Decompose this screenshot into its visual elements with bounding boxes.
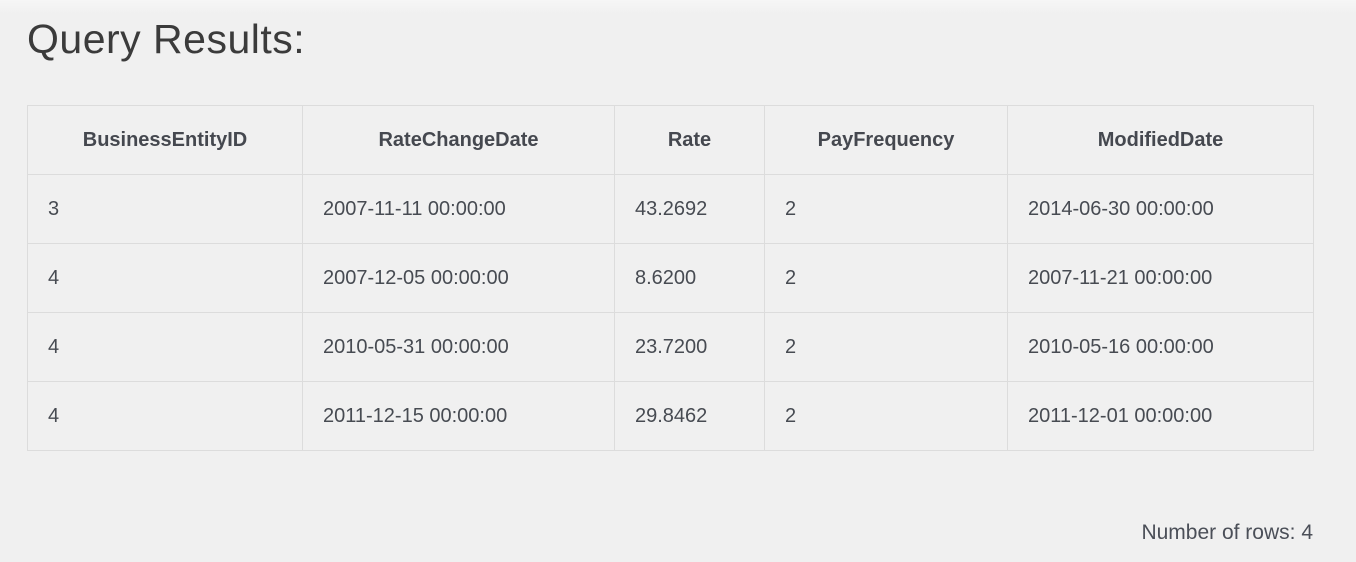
cell-modifieddate: 2007-11-21 00:00:00 (1007, 243, 1314, 313)
cell-rate: 43.2692 (614, 174, 765, 244)
cell-modifieddate: 2011-12-01 00:00:00 (1007, 381, 1314, 451)
cell-ratechangedate: 2011-12-15 00:00:00 (302, 381, 615, 451)
column-header-rate: Rate (614, 105, 765, 175)
cell-payfrequency: 2 (764, 174, 1008, 244)
column-header-payfrequency: PayFrequency (764, 105, 1008, 175)
results-table-header: BusinessEntityID RateChangeDate Rate PayFre… (27, 105, 1314, 175)
column-header-ratechangedate: RateChangeDate (302, 105, 615, 175)
cell-businessentityid: 4 (27, 381, 303, 451)
cell-modifieddate: 2010-05-16 00:00:00 (1007, 312, 1314, 382)
cell-ratechangedate: 2010-05-31 00:00:00 (302, 312, 615, 382)
cell-businessentityid: 3 (27, 174, 303, 244)
cell-payfrequency: 2 (764, 312, 1008, 382)
cell-rate: 29.8462 (614, 381, 765, 451)
cell-businessentityid: 4 (27, 243, 303, 313)
query-results-table: BusinessEntityID RateChangeDate Rate PayFre… (27, 105, 1314, 451)
page-top-sheen (0, 0, 1356, 14)
cell-modifieddate: 2014-06-30 00:00:00 (1007, 174, 1314, 244)
page-title: Query Results: (27, 16, 306, 62)
cell-ratechangedate: 2007-12-05 00:00:00 (302, 243, 615, 313)
cell-businessentityid: 4 (27, 312, 303, 382)
table-row: 4 2007-12-05 00:00:00 8.6200 2 2007-11-21 00… (27, 243, 1314, 313)
row-count-label: Number of rows: 4 (1141, 521, 1313, 544)
cell-ratechangedate: 2007-11-11 00:00:00 (302, 174, 615, 244)
header-row: BusinessEntityID RateChangeDate Rate PayFre… (27, 105, 1314, 175)
cell-rate: 23.7200 (614, 312, 765, 382)
results-table-body: 3 2007-11-11 00:00:00 43.2692 2 2014-06-30 0… (27, 174, 1314, 451)
cell-payfrequency: 2 (764, 381, 1008, 451)
column-header-modifieddate: ModifiedDate (1007, 105, 1314, 175)
table-row: 4 2010-05-31 00:00:00 23.7200 2 2010-05-16 0… (27, 312, 1314, 382)
cell-payfrequency: 2 (764, 243, 1008, 313)
column-header-businessentityid: BusinessEntityID (27, 105, 303, 175)
table-row: 4 2011-12-15 00:00:00 29.8462 2 2011-12-01 0… (27, 381, 1314, 451)
cell-rate: 8.6200 (614, 243, 765, 313)
table-row: 3 2007-11-11 00:00:00 43.2692 2 2014-06-30 0… (27, 174, 1314, 244)
